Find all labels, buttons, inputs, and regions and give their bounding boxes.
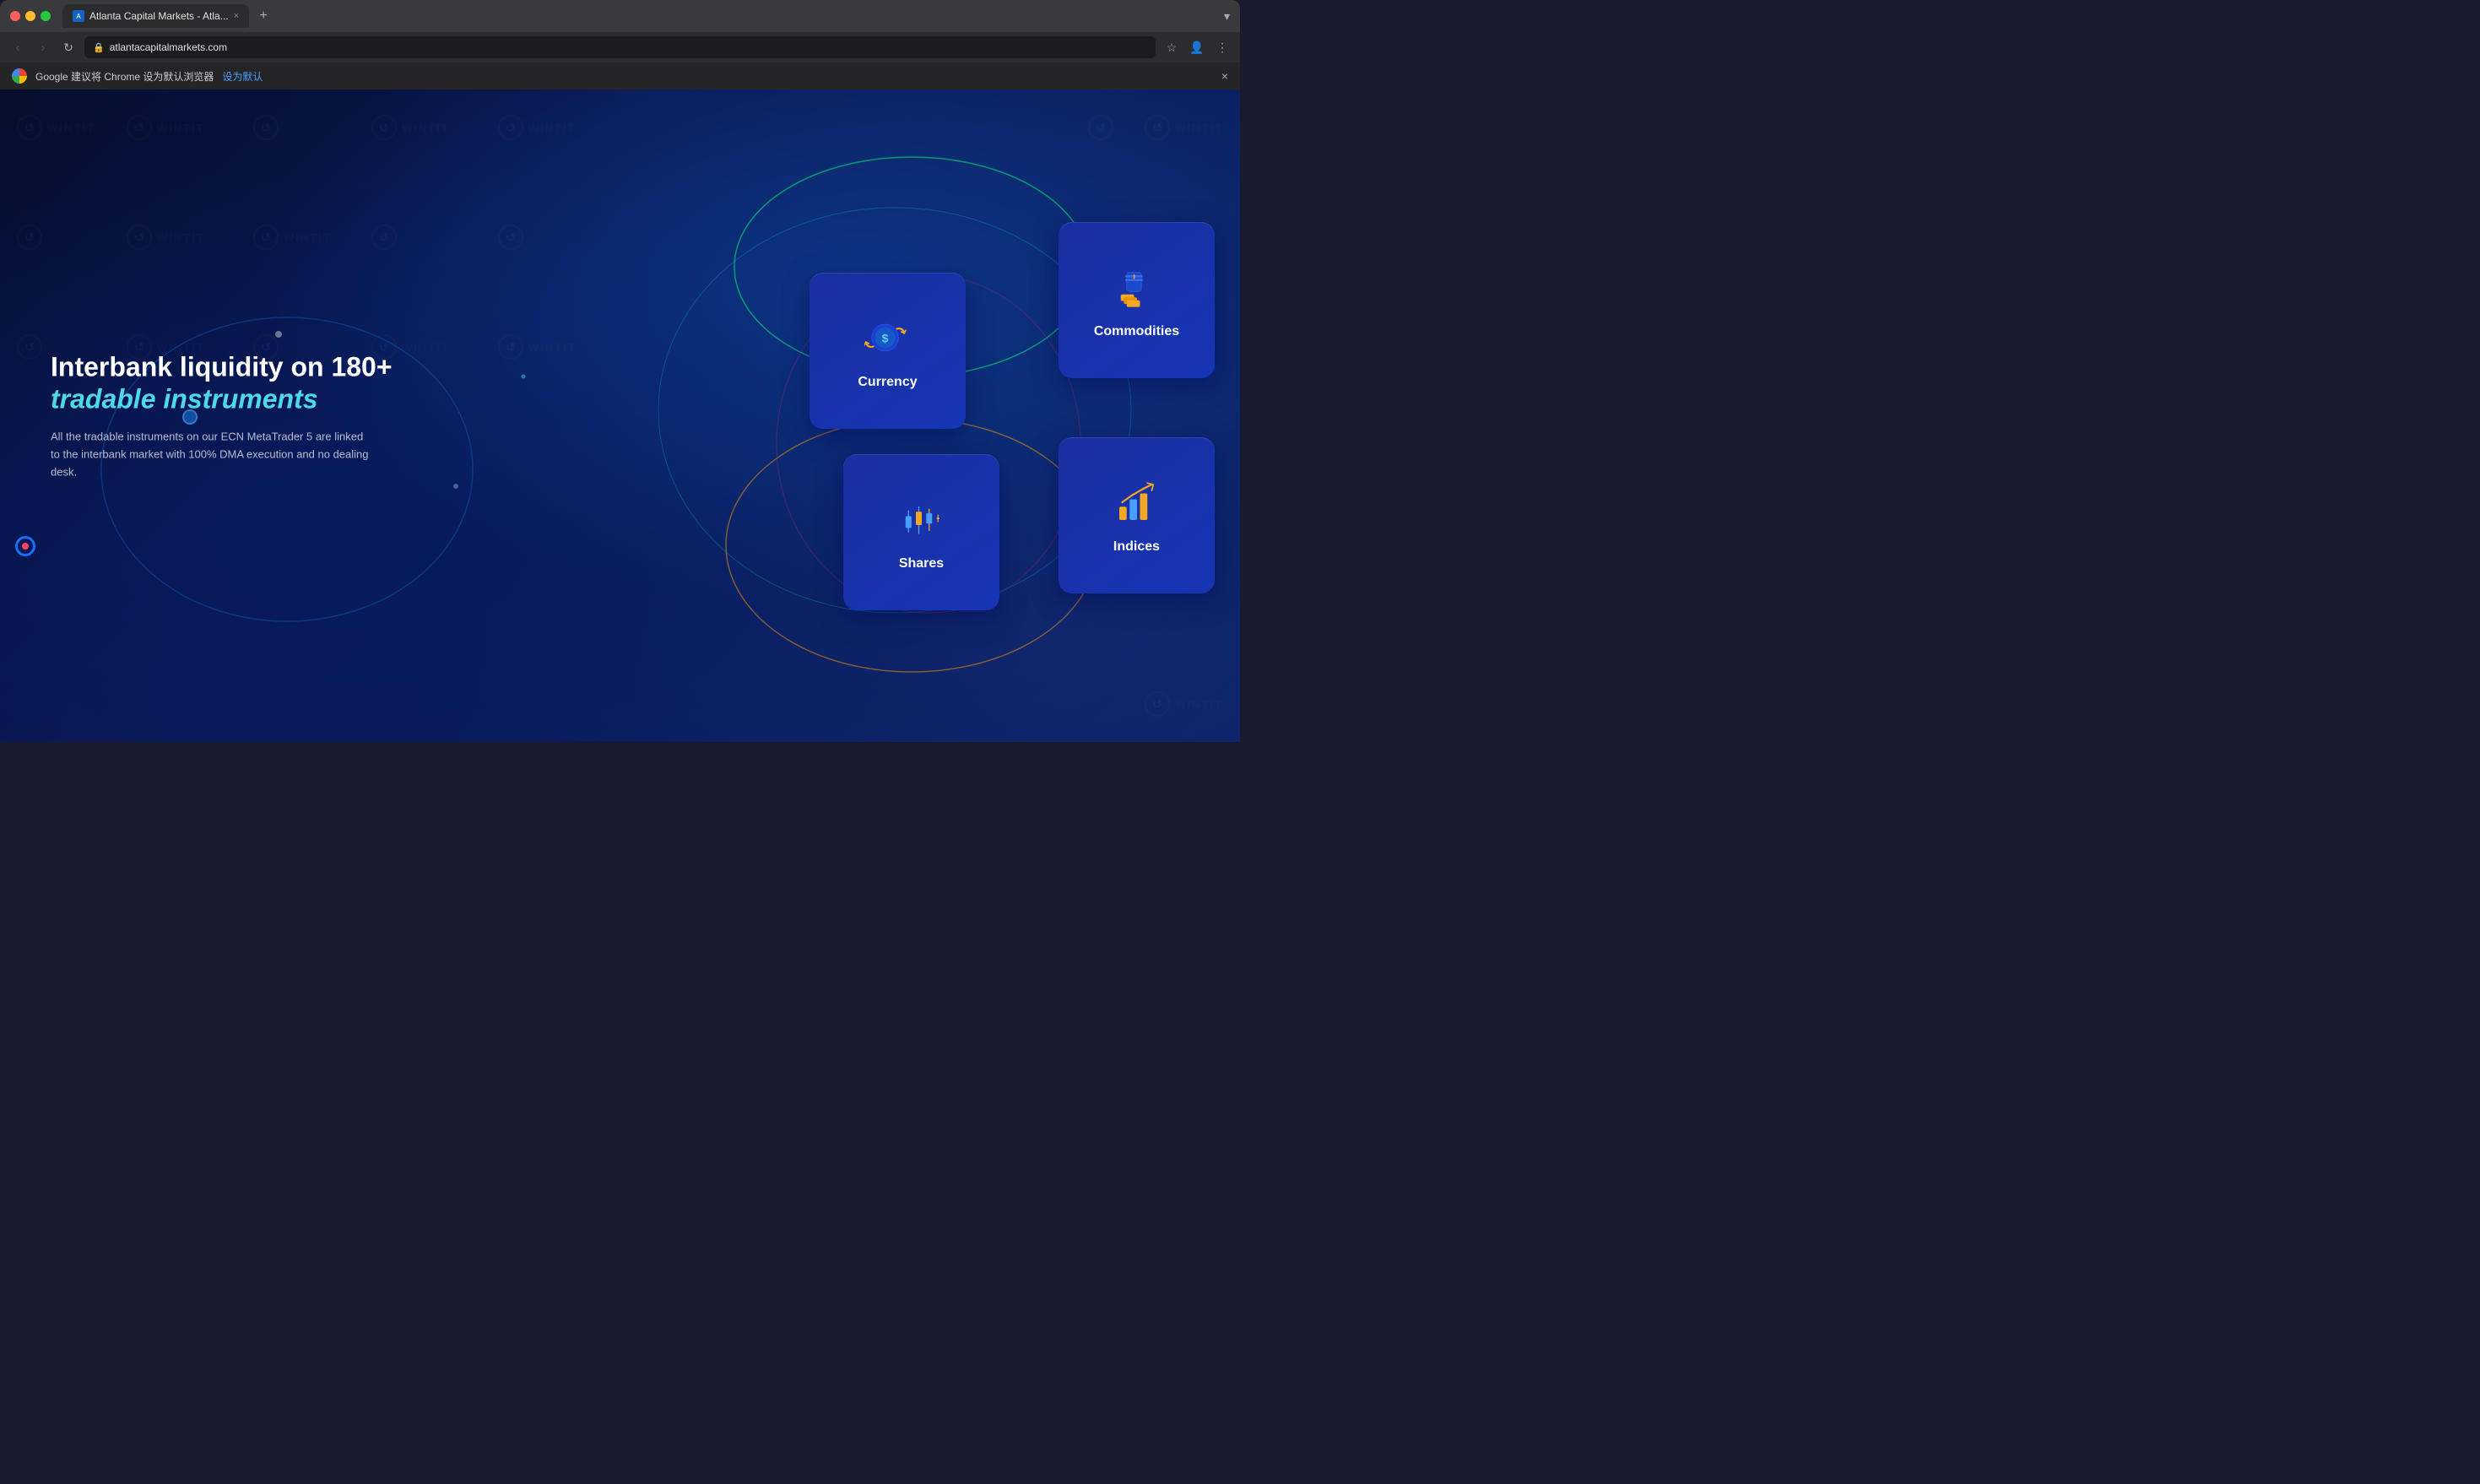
notification-close-button[interactable]: ×: [1221, 69, 1228, 83]
tabs-chevron-icon[interactable]: ▾: [1224, 9, 1230, 24]
notification-message: Google 建议将 Chrome 设为默认浏览器: [35, 69, 214, 84]
headline-part2: tradable instruments: [51, 383, 318, 414]
watermark-16: ↺ WINTIT: [1145, 115, 1223, 140]
headline: Interbank liquidity on 180+ tradable ins…: [51, 350, 422, 415]
bookmark-button[interactable]: ☆: [1162, 41, 1181, 55]
watermark-7: ↺ WINTIT: [253, 225, 332, 250]
indices-label: Indices: [1113, 539, 1160, 555]
commodities-card[interactable]: Commodities: [1059, 222, 1215, 378]
currency-label: Currency: [858, 375, 917, 390]
main-content: ↺ WINTIT ↺ WINTIT ↺ ↺ WINTIT ↺ ↺ WINTIT …: [0, 89, 1240, 742]
address-bar[interactable]: 🔒 atlantacapitalmarkets.com: [84, 36, 1156, 58]
description-text: All the tradable instruments on our ECN …: [51, 429, 371, 481]
back-button[interactable]: ‹: [8, 41, 27, 54]
commodities-icon: [1113, 263, 1161, 311]
indices-card[interactable]: Indices: [1059, 437, 1215, 593]
watermark-14: ↺: [498, 225, 523, 250]
watermark-9: ↺: [17, 334, 42, 360]
globe-dot: [15, 536, 35, 556]
watermark-1: ↺ WINTIT: [17, 115, 95, 140]
headline-part1: Interbank liquidity on 180+: [51, 351, 393, 382]
tab-close-button[interactable]: ×: [234, 11, 239, 21]
lock-icon: 🔒: [93, 42, 105, 53]
close-traffic-light[interactable]: [10, 11, 20, 21]
notification-link[interactable]: 设为默认: [222, 69, 263, 84]
new-tab-button[interactable]: +: [252, 5, 274, 27]
shares-label: Shares: [899, 556, 944, 571]
left-section: Interbank liquidity on 180+ tradable ins…: [51, 350, 422, 481]
notification-bar: Google 建议将 Chrome 设为默认浏览器 设为默认 ×: [0, 62, 1240, 89]
watermark-18: ↺ WINTIT: [1145, 691, 1223, 717]
address-bar-row: ‹ › ↻ 🔒 atlantacapitalmarkets.com ☆ 👤 ⋮: [0, 32, 1240, 62]
forward-button[interactable]: ›: [34, 41, 52, 54]
currency-icon-wrapper: $: [861, 311, 915, 365]
refresh-button[interactable]: ↻: [59, 41, 78, 55]
watermark-6: ↺ WINTIT: [127, 225, 205, 250]
watermark-8: ↺: [371, 225, 397, 250]
indices-icon-wrapper: [1110, 475, 1164, 529]
watermark-5: ↺: [17, 225, 42, 250]
commodities-icon-wrapper: [1110, 260, 1164, 314]
cards-section: $ Currency: [776, 222, 1215, 610]
maximize-traffic-light[interactable]: [41, 11, 51, 21]
shares-icon-wrapper: [895, 492, 949, 546]
tab-title: Atlanta Capital Markets - Atla...: [89, 10, 229, 22]
watermark-17: ↺: [1088, 115, 1113, 140]
profile-button[interactable]: 👤: [1188, 41, 1206, 55]
chrome-icon: [12, 68, 27, 84]
shares-card[interactable]: Shares: [843, 454, 999, 610]
menu-button[interactable]: ⋮: [1213, 41, 1232, 55]
currency-card[interactable]: $ Currency: [810, 273, 966, 429]
minimize-traffic-light[interactable]: [25, 11, 35, 21]
watermark-15: ↺ WINTIT: [498, 334, 577, 360]
commodities-label: Commodities: [1094, 324, 1179, 339]
traffic-lights: [10, 11, 51, 21]
tab-bar: A Atlanta Capital Markets - Atla... × +: [62, 4, 1217, 28]
active-tab[interactable]: A Atlanta Capital Markets - Atla... ×: [62, 4, 249, 28]
svg-text:$: $: [881, 331, 888, 344]
globe-dot-inner: [22, 543, 29, 550]
currency-icon: $: [864, 314, 912, 361]
shares-icon: [898, 496, 945, 543]
watermark-3: ↺: [253, 115, 279, 140]
watermark-13: ↺ WINTIT: [498, 115, 577, 140]
tab-favicon: A: [73, 10, 84, 22]
url-text: atlantacapitalmarkets.com: [110, 41, 227, 53]
indices-icon: [1113, 479, 1161, 526]
watermark-2: ↺ WINTIT: [127, 115, 205, 140]
watermark-4: ↺ WINTIT: [371, 115, 450, 140]
